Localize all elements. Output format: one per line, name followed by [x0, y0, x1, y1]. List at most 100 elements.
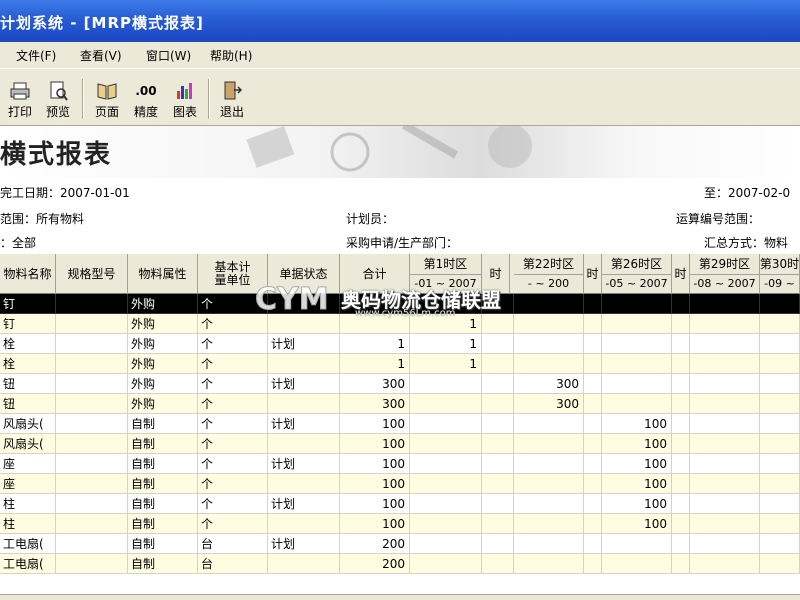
table-cell-unit[interactable]: 个: [198, 494, 268, 514]
table-cell-p26[interactable]: [602, 354, 672, 374]
table-cell-empty[interactable]: [482, 334, 514, 354]
table-cell-empty[interactable]: [584, 474, 602, 494]
table-cell-attr[interactable]: 自制: [128, 454, 198, 474]
table-cell-empty[interactable]: [760, 494, 800, 514]
menu-file[interactable]: 文件(F): [16, 47, 56, 64]
table-cell-p26[interactable]: 100: [602, 494, 672, 514]
table-cell-p1[interactable]: [410, 374, 482, 394]
table-cell-empty[interactable]: [672, 334, 690, 354]
chart-button[interactable]: 图表: [167, 81, 203, 123]
table-cell-spec[interactable]: [56, 434, 128, 454]
table-cell-empty[interactable]: [584, 554, 602, 574]
table-cell-p22[interactable]: [514, 434, 584, 454]
table-cell-spec[interactable]: [56, 534, 128, 554]
table-cell-empty[interactable]: [584, 414, 602, 434]
table-cell-unit[interactable]: 个: [198, 334, 268, 354]
table-cell-p26[interactable]: [602, 374, 672, 394]
table-cell-p1[interactable]: [410, 494, 482, 514]
table-cell-empty[interactable]: [672, 474, 690, 494]
table-cell-p26[interactable]: 100: [602, 454, 672, 474]
table-cell-p22[interactable]: 300: [514, 394, 584, 414]
table-cell-empty[interactable]: [482, 434, 514, 454]
table-cell-empty[interactable]: [760, 474, 800, 494]
table-cell-status[interactable]: [268, 554, 340, 574]
table-cell-p26[interactable]: [602, 334, 672, 354]
table-cell-total[interactable]: 100: [340, 474, 410, 494]
table-cell-p22[interactable]: [514, 454, 584, 474]
col-header-period-27[interactable]: 时: [672, 254, 690, 294]
table-cell-p26[interactable]: [602, 394, 672, 414]
col-header-period-29[interactable]: 第29时区 -08 ~ 2007: [690, 254, 760, 294]
table-cell-empty[interactable]: [672, 374, 690, 394]
table-cell-attr[interactable]: 自制: [128, 534, 198, 554]
table-cell-p22[interactable]: [514, 334, 584, 354]
table-cell-total[interactable]: 100: [340, 414, 410, 434]
table-cell-spec[interactable]: [56, 414, 128, 434]
col-header-period-26[interactable]: 第26时区 -05 ~ 2007: [602, 254, 672, 294]
table-row[interactable]: 柱自制个计划 100 100: [0, 494, 800, 514]
table-cell-spec[interactable]: [56, 314, 128, 334]
table-cell-unit[interactable]: 个: [198, 514, 268, 534]
table-cell-name[interactable]: 座: [0, 454, 56, 474]
table-cell-empty[interactable]: [690, 534, 760, 554]
table-cell-empty[interactable]: [482, 394, 514, 414]
table-cell-empty[interactable]: [672, 314, 690, 334]
table-cell-status[interactable]: 计划: [268, 534, 340, 554]
table-cell-p26[interactable]: 100: [602, 434, 672, 454]
table-cell-empty[interactable]: [584, 374, 602, 394]
table-cell-attr[interactable]: 外购: [128, 354, 198, 374]
table-cell-status[interactable]: [268, 354, 340, 374]
table-cell-total[interactable]: 1: [340, 334, 410, 354]
table-cell-empty[interactable]: [672, 454, 690, 474]
table-cell-total[interactable]: 1: [340, 354, 410, 374]
exit-button[interactable]: 退出: [214, 81, 250, 123]
table-cell-empty[interactable]: [482, 454, 514, 474]
table-cell-empty[interactable]: [584, 354, 602, 374]
table-cell-empty[interactable]: [482, 534, 514, 554]
table-cell-empty[interactable]: [690, 414, 760, 434]
table-cell-p26[interactable]: 100: [602, 474, 672, 494]
table-cell-name[interactable]: 栓: [0, 354, 56, 374]
table-cell-unit[interactable]: 个: [198, 454, 268, 474]
table-cell-status[interactable]: [268, 394, 340, 414]
table-cell-p1[interactable]: [410, 434, 482, 454]
table-cell-empty[interactable]: [690, 354, 760, 374]
table-cell-empty[interactable]: [672, 514, 690, 534]
table-cell-unit[interactable]: 个: [198, 474, 268, 494]
table-row[interactable]: 工电扇(自制台 200: [0, 554, 800, 574]
table-cell-status[interactable]: 计划: [268, 414, 340, 434]
table-cell-status[interactable]: 计划: [268, 494, 340, 514]
table-row[interactable]: 风扇头(自制个计划 100 100: [0, 414, 800, 434]
table-cell-total[interactable]: 100: [340, 434, 410, 454]
col-header-attr[interactable]: 物料属性: [128, 254, 198, 294]
table-cell-empty[interactable]: [672, 294, 690, 314]
table-cell-empty[interactable]: [584, 454, 602, 474]
table-cell-p1[interactable]: [410, 394, 482, 414]
table-cell-p26[interactable]: [602, 294, 672, 314]
table-cell-empty[interactable]: [672, 414, 690, 434]
col-header-spec[interactable]: 规格型号: [56, 254, 128, 294]
table-cell-empty[interactable]: [482, 354, 514, 374]
table-cell-status[interactable]: 计划: [268, 374, 340, 394]
table-cell-empty[interactable]: [584, 314, 602, 334]
table-cell-empty[interactable]: [690, 294, 760, 314]
table-row[interactable]: 栓外购个计划 1 1: [0, 334, 800, 354]
table-cell-empty[interactable]: [482, 494, 514, 514]
table-cell-empty[interactable]: [690, 334, 760, 354]
table-cell-p22[interactable]: [514, 494, 584, 514]
table-cell-empty[interactable]: [672, 354, 690, 374]
table-cell-spec[interactable]: [56, 374, 128, 394]
table-cell-total[interactable]: 300: [340, 394, 410, 414]
table-cell-empty[interactable]: [690, 554, 760, 574]
table-cell-spec[interactable]: [56, 514, 128, 534]
table-row[interactable]: 座自制个计划 100 100: [0, 454, 800, 474]
table-cell-unit[interactable]: 台: [198, 534, 268, 554]
table-cell-spec[interactable]: [56, 334, 128, 354]
table-cell-total[interactable]: 100: [340, 494, 410, 514]
table-cell-empty[interactable]: [482, 374, 514, 394]
print-button[interactable]: 打印: [2, 81, 38, 123]
table-cell-empty[interactable]: [690, 394, 760, 414]
table-cell-unit[interactable]: 个: [198, 414, 268, 434]
table-cell-name[interactable]: 柱: [0, 514, 56, 534]
table-cell-p22[interactable]: [514, 354, 584, 374]
